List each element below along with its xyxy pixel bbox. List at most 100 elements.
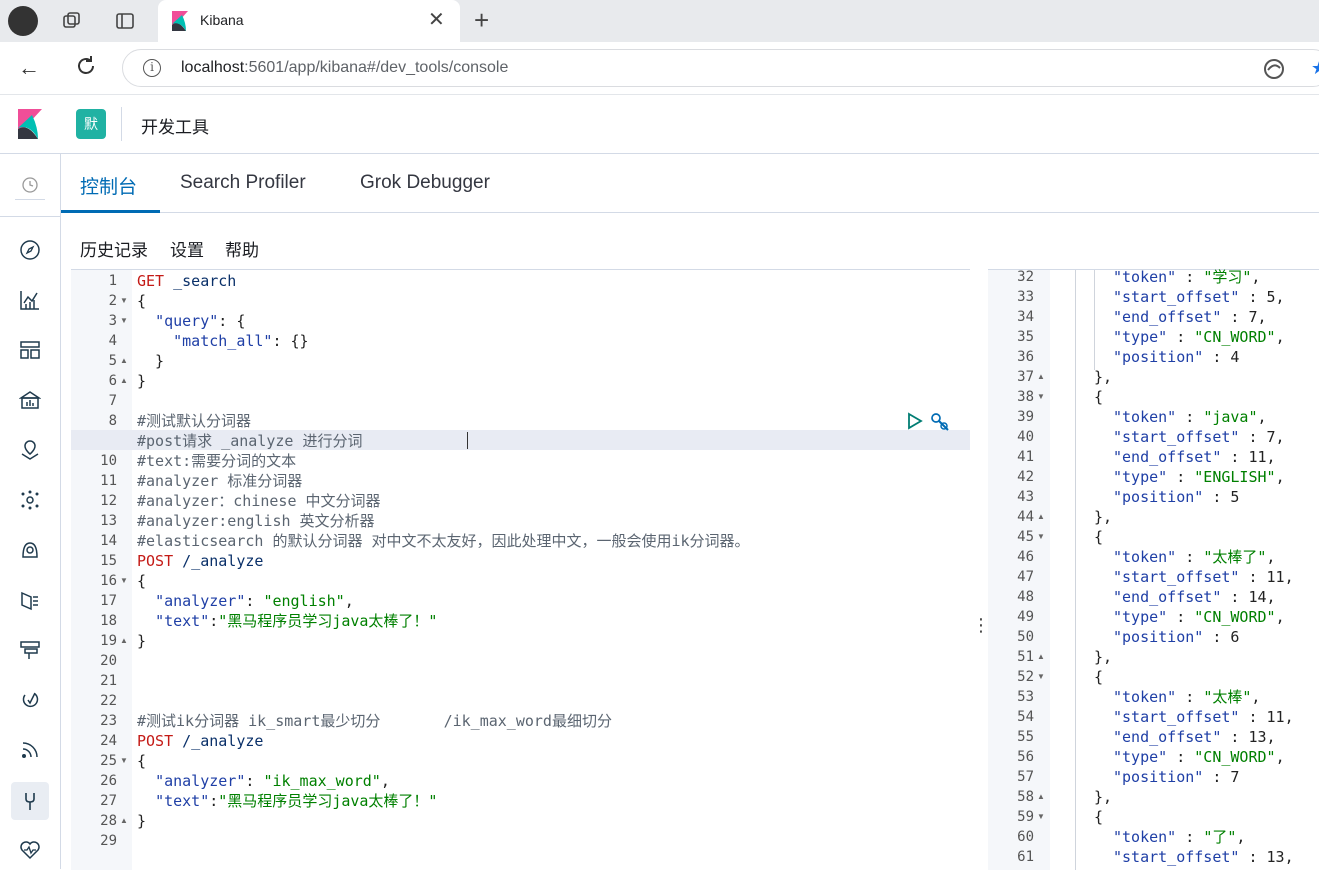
fold-toggle-icon[interactable]: ▼ (120, 291, 128, 311)
output-line: "position" : 7 (1113, 768, 1240, 786)
code-line: } (137, 352, 165, 370)
code-line: "text":"黑马程序员学习java太棒了！" (155, 792, 438, 810)
fold-toggle-icon[interactable]: ▲ (120, 351, 128, 371)
output-line: "start_offset" : 7, (1113, 428, 1285, 446)
line-number: 13 (100, 513, 117, 529)
line-number: 29 (100, 833, 117, 849)
code-line: "query": { (155, 312, 246, 330)
output-line-number: 48 (1017, 589, 1034, 605)
request-editor[interactable]: 12▼3▼45▲6▲78910111213141516▼171819▲20212… (71, 269, 970, 870)
output-line: "end_offset" : 11, (1113, 448, 1276, 466)
dev-tools-wrench-icon[interactable] (11, 782, 49, 820)
maps-pin-icon[interactable] (15, 435, 45, 465)
fold-toggle-icon[interactable]: ▲ (120, 631, 128, 651)
line-number: 28 (100, 813, 117, 829)
output-line-number: 49 (1017, 609, 1034, 625)
code-line: "text":"黑马程序员学习java太棒了！" (155, 612, 438, 630)
line-number: 6 (108, 373, 117, 389)
output-line-number: 32 (1017, 269, 1034, 285)
code-line: #analyzer:english 英文分析器 (137, 512, 375, 530)
recent-clock-icon[interactable] (15, 170, 45, 200)
reload-icon[interactable] (74, 54, 98, 83)
fold-toggle-icon[interactable]: ▼ (1037, 527, 1045, 547)
code-line: { (137, 752, 147, 770)
logs-icon[interactable] (15, 585, 45, 615)
response-output[interactable]: 32 33 34 35 36 37 ▲ 38 ▼ 39 40 41 42 43 44 ▲ 45 ▼ 46 47 48 49… (988, 268, 1319, 870)
back-icon[interactable]: ← (18, 55, 40, 81)
fold-toggle-icon[interactable]: ▼ (1037, 387, 1045, 407)
dashboard-icon[interactable] (15, 335, 45, 365)
apm-icon[interactable] (15, 635, 45, 665)
uptime-icon[interactable] (15, 685, 45, 715)
fold-toggle-icon[interactable]: ▼ (120, 311, 128, 331)
output-line: "position" : 4 (1113, 348, 1240, 366)
fold-toggle-icon[interactable]: ▼ (1037, 667, 1045, 687)
output-line: "end_offset" : 7, (1113, 308, 1267, 326)
output-line-number: 55 (1017, 729, 1034, 745)
monitoring-heart-icon[interactable] (15, 835, 45, 865)
browser-tab-kibana[interactable]: Kibana ✕ (158, 0, 460, 42)
fold-toggle-icon[interactable]: ▼ (120, 751, 128, 771)
fold-toggle-icon[interactable]: ▲ (1037, 367, 1045, 387)
line-number: 11 (100, 473, 117, 489)
output-line: "token" : "太棒了", (1113, 548, 1276, 566)
code-line: #analyzer 标准分词器 (137, 472, 303, 490)
fold-toggle-icon[interactable]: ▲ (1037, 787, 1045, 807)
output-line: "start_offset" : 11, (1113, 708, 1294, 726)
output-line: { (1094, 528, 1104, 546)
output-line: "token" : "太棒", (1113, 688, 1261, 706)
output-line: "type" : "CN_WORD", (1113, 328, 1285, 346)
line-number: 26 (100, 773, 117, 789)
tab-actions-icon[interactable] (111, 8, 139, 34)
workspaces-icon[interactable] (58, 8, 86, 34)
output-line-number: 54 (1017, 709, 1034, 725)
url-field[interactable]: i localhost:5601/app/kibana#/dev_tools/c… (122, 49, 1319, 87)
tab-console[interactable]: 控制台 (80, 172, 137, 199)
close-tab-icon[interactable]: ✕ (428, 8, 445, 32)
line-number: 5 (108, 353, 117, 369)
new-tab-icon[interactable]: + (474, 6, 489, 34)
discover-compass-icon[interactable] (15, 235, 45, 265)
line-number: 23 (100, 713, 117, 729)
output-line: "token" : "了", (1113, 828, 1246, 846)
siem-signal-icon[interactable] (15, 735, 45, 765)
console-menu: 历史记录 设置 帮助 (61, 213, 1319, 269)
output-line-number: 33 (1017, 289, 1034, 305)
code-line: { (137, 572, 147, 590)
favorite-star-icon[interactable]: ★ (1311, 58, 1319, 79)
output-line: "position" : 6 (1113, 628, 1240, 646)
url-path: :5601/app/kibana#/dev_tools/console (244, 59, 509, 76)
output-line-number: 43 (1017, 489, 1034, 505)
fold-toggle-icon[interactable]: ▼ (120, 571, 128, 591)
output-line: "position" : 5 (1113, 488, 1240, 506)
profile-avatar[interactable] (8, 6, 38, 36)
request-wrench-icon[interactable] (929, 411, 951, 438)
run-request-icon[interactable] (907, 412, 923, 435)
line-number: 2 (108, 293, 117, 309)
fold-toggle-icon[interactable]: ▲ (1037, 647, 1045, 667)
visualize-chart-icon[interactable] (15, 285, 45, 315)
fold-toggle-icon[interactable]: ▲ (120, 811, 128, 831)
output-line: "start_offset" : 5, (1113, 288, 1285, 306)
settings-link[interactable]: 设置 (170, 236, 204, 261)
output-line-number: 52 (1017, 669, 1034, 685)
canvas-icon[interactable] (15, 385, 45, 415)
edge-extension-icon[interactable] (1263, 58, 1285, 85)
help-link[interactable]: 帮助 (225, 236, 259, 261)
tab-grok-debugger[interactable]: Grok Debugger (360, 172, 490, 194)
code-line: } (137, 632, 147, 650)
site-info-icon[interactable]: i (143, 59, 161, 77)
header-divider (121, 107, 122, 141)
history-link[interactable]: 历史记录 (80, 236, 148, 261)
infrastructure-icon[interactable] (15, 535, 45, 565)
ml-icon[interactable] (15, 485, 45, 515)
tab-search-profiler[interactable]: Search Profiler (180, 172, 306, 194)
kibana-logo-icon[interactable] (16, 109, 44, 139)
space-avatar[interactable]: 默 (76, 109, 106, 139)
fold-toggle-icon[interactable]: ▲ (120, 371, 128, 391)
output-line-number: 57 (1017, 769, 1034, 785)
code-line: { (137, 292, 147, 310)
fold-toggle-icon[interactable]: ▼ (1037, 807, 1045, 827)
output-line-number: 46 (1017, 549, 1034, 565)
fold-toggle-icon[interactable]: ▲ (1037, 507, 1045, 527)
